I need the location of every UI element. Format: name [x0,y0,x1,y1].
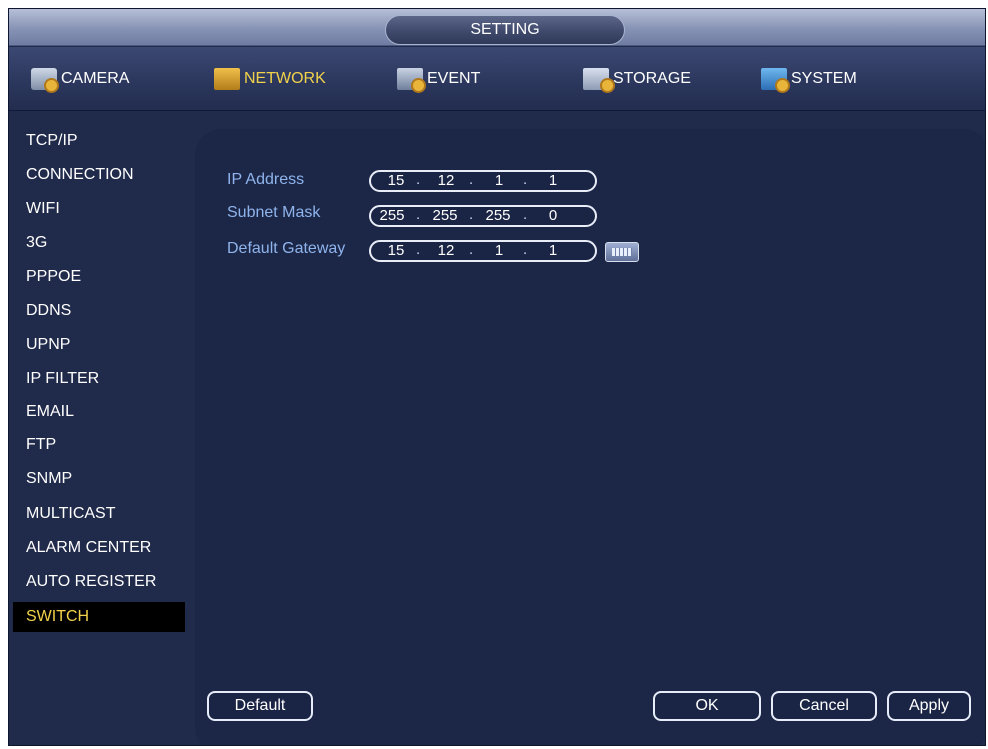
subnet-mask-field[interactable]: 255 . 255 . 255 . 0 [369,205,597,227]
tab-event-label: EVENT [427,70,481,87]
tab-network-label: NETWORK [244,70,326,87]
mask-octet-3: 255 [485,207,511,224]
sidebar-item-switch[interactable]: SWITCH [13,602,185,632]
tab-system[interactable]: SYSTEM [739,47,905,111]
gateway-octet-2: 12 [437,242,455,259]
sidebar-item-pppoe[interactable]: PPPOE [13,262,185,292]
ip-address-label: IP Address [227,171,305,188]
default-gateway-field[interactable]: 15 . 12 . 1 . 1 [369,240,597,262]
keyboard-keys-graphic [612,248,632,256]
title-bar: SETTING [9,9,985,46]
sidebar-item-tcpip[interactable]: TCP/IP [13,126,185,156]
tab-system-label: SYSTEM [791,70,857,87]
network-sidebar: TCP/IP CONNECTION WIFI 3G PPPOE DDNS UPN… [9,112,189,742]
tab-network[interactable]: NETWORK [192,47,358,111]
ip-octet-4: 1 [548,172,558,189]
subnet-mask-label: Subnet Mask [227,204,321,221]
storage-icon [583,68,615,93]
mask-octet-1: 255 [379,207,405,224]
tab-camera-label: CAMERA [61,70,130,87]
settings-window: SETTING CAMERA NETWORK EVENT STORAGE SYS… [8,8,986,746]
sidebar-item-alarm-center[interactable]: ALARM CENTER [13,533,185,563]
cancel-button[interactable]: Cancel [771,691,877,721]
sidebar-item-wifi[interactable]: WIFI [13,194,185,224]
window-title: SETTING [385,15,625,45]
ip-octet-2: 12 [437,172,455,189]
event-icon [397,68,426,93]
gateway-octet-4: 1 [548,242,558,259]
ip-octet-1: 15 [387,172,405,189]
network-icon [214,68,240,90]
octet-separator: . [469,206,474,223]
sidebar-item-multicast[interactable]: MULTICAST [13,499,185,529]
switch-settings-panel: IP Address 15 . 12 . 1 . 1 Subnet Mask 2… [195,129,985,745]
sidebar-item-ftp[interactable]: FTP [13,430,185,460]
default-gateway-label: Default Gateway [227,240,346,257]
sidebar-item-upnp[interactable]: UPNP [13,330,185,360]
sidebar-item-ip-filter[interactable]: IP FILTER [13,364,185,394]
octet-separator: . [523,241,528,258]
sidebar-item-ddns[interactable]: DDNS [13,296,185,326]
system-icon [761,68,790,93]
sidebar-item-3g[interactable]: 3G [13,228,185,258]
octet-separator: . [416,241,421,258]
tab-storage-label: STORAGE [613,70,691,87]
sidebar-item-connection[interactable]: CONNECTION [13,160,185,190]
ok-button[interactable]: OK [653,691,761,721]
octet-separator: . [523,171,528,188]
sidebar-item-auto-register[interactable]: AUTO REGISTER [13,567,185,597]
main-tab-bar: CAMERA NETWORK EVENT STORAGE SYSTEM [9,47,985,111]
tab-event[interactable]: EVENT [375,47,541,111]
ip-octet-3: 1 [494,172,504,189]
gateway-octet-1: 15 [387,242,405,259]
ip-address-field[interactable]: 15 . 12 . 1 . 1 [369,170,597,192]
octet-separator: . [416,206,421,223]
octet-separator: . [416,171,421,188]
octet-separator: . [523,206,528,223]
sidebar-item-snmp[interactable]: SNMP [13,464,185,494]
camera-settings-icon [31,68,59,93]
tab-camera[interactable]: CAMERA [9,47,175,111]
apply-button[interactable]: Apply [887,691,971,721]
mask-octet-4: 0 [548,207,558,224]
octet-separator: . [469,171,474,188]
default-button[interactable]: Default [207,691,313,721]
mask-octet-2: 255 [432,207,458,224]
sidebar-item-email[interactable]: EMAIL [13,397,185,427]
gateway-octet-3: 1 [494,242,504,259]
octet-separator: . [469,241,474,258]
tab-storage[interactable]: STORAGE [561,47,727,111]
keyboard-icon[interactable] [605,242,639,262]
